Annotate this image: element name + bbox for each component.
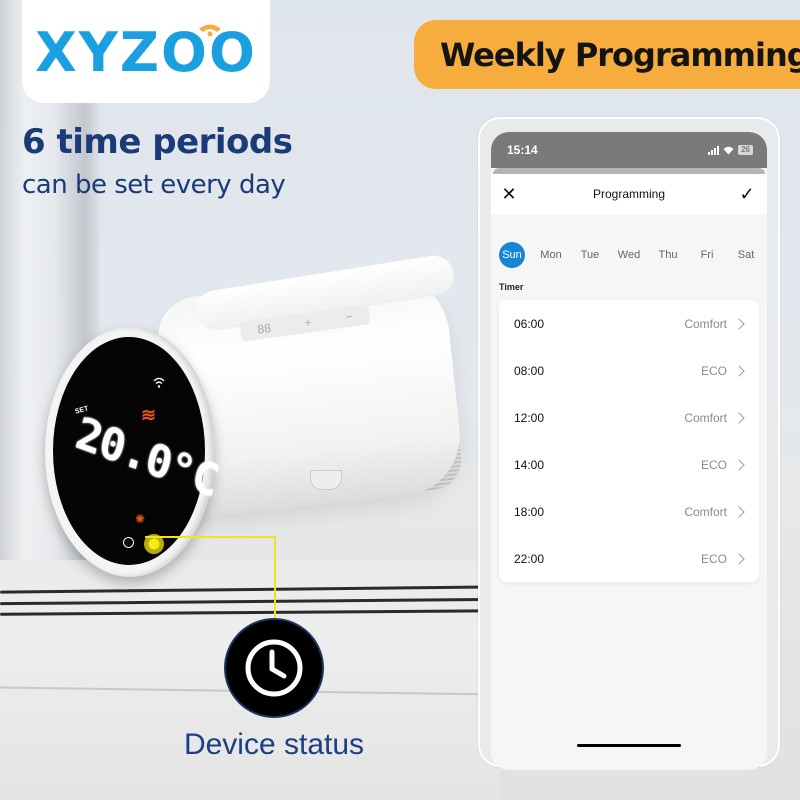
confirm-button[interactable]: ✓ xyxy=(735,184,759,205)
day-selector: Sun Mon Tue Wed Thu Fri Sat xyxy=(491,242,767,268)
chevron-right-icon xyxy=(733,458,745,471)
phone-screen: 15:14 26 ✕ Programming ✓ Sun Mon Tue Wed… xyxy=(491,132,767,770)
timer-row[interactable]: 12:00 Comfort xyxy=(499,394,759,441)
close-button[interactable]: ✕ xyxy=(497,184,521,205)
status-time: 15:14 xyxy=(507,143,538,157)
timer-mode: Comfort xyxy=(684,316,727,331)
status-label: Device status xyxy=(183,728,365,761)
chevron-right-icon xyxy=(733,505,745,518)
headline-title: 6 time periods xyxy=(22,122,293,162)
timer-section-label: Timer xyxy=(499,282,524,292)
chevron-right-icon xyxy=(733,552,745,565)
callout-line xyxy=(145,536,275,538)
wifi-icon xyxy=(723,146,734,154)
banner-title: Weekly Programming xyxy=(440,35,800,74)
device-latch xyxy=(310,470,342,490)
wifi-icon xyxy=(153,377,165,392)
timer-row[interactable]: 06:00 Comfort xyxy=(499,300,759,347)
feature-banner: Weekly Programming xyxy=(414,20,800,89)
headline-subtitle: can be set every day xyxy=(22,170,286,200)
timer-row[interactable]: 22:00 ECO xyxy=(499,535,759,582)
sun-icon: ✺ xyxy=(135,512,146,526)
timer-time: 12:00 xyxy=(514,410,545,425)
chevron-right-icon xyxy=(733,411,745,424)
timer-list: 06:00 Comfort 08:00 ECO 12:00 Comfort 14… xyxy=(499,300,759,582)
chevron-right-icon xyxy=(733,317,745,330)
timer-row[interactable]: 08:00 ECO xyxy=(499,347,759,394)
timer-mode: Comfort xyxy=(684,410,727,425)
day-tab-mon[interactable]: Mon xyxy=(538,242,564,268)
day-tab-thu[interactable]: Thu xyxy=(655,242,681,268)
logo-text: XYZOO xyxy=(35,21,257,84)
day-tab-fri[interactable]: Fri xyxy=(694,242,720,268)
timer-mode: ECO xyxy=(700,457,727,472)
timer-time: 06:00 xyxy=(514,316,545,331)
day-tab-sun[interactable]: Sun xyxy=(499,242,525,268)
timer-mode: Comfort xyxy=(684,504,727,519)
device-button-minus: − xyxy=(344,309,354,325)
timer-row[interactable]: 18:00 Comfort xyxy=(499,488,759,535)
timer-time: 18:00 xyxy=(514,504,545,519)
callout-line xyxy=(274,536,276,620)
heating-icon: ≋ xyxy=(141,405,157,425)
timer-time: 14:00 xyxy=(514,457,545,472)
nav-bar: ✕ Programming ✓ xyxy=(491,174,767,214)
home-indicator[interactable] xyxy=(577,744,681,747)
day-tab-tue[interactable]: Tue xyxy=(577,242,603,268)
page-title: Programming xyxy=(592,187,666,201)
status-bar: 15:14 26 xyxy=(491,132,767,168)
timer-time: 08:00 xyxy=(514,363,545,378)
timer-mode: ECO xyxy=(700,551,727,566)
clock-icon xyxy=(123,537,134,548)
clock-icon xyxy=(245,639,303,697)
device-button-plus: + xyxy=(303,315,313,330)
timer-time: 22:00 xyxy=(514,551,545,566)
timer-mode: ECO xyxy=(700,363,727,378)
device-screen: SET ≋ 20.0°C ✺ xyxy=(53,337,222,565)
wifi-icon xyxy=(199,24,222,37)
status-badge xyxy=(224,618,324,718)
battery-icon: 26 xyxy=(738,145,753,155)
timer-row[interactable]: 14:00 ECO xyxy=(499,441,759,488)
status-icons: 26 xyxy=(708,145,753,155)
day-tab-wed[interactable]: Wed xyxy=(616,242,642,268)
chevron-right-icon xyxy=(733,364,745,377)
device-button-mode: 88 xyxy=(256,320,272,337)
day-tab-sat[interactable]: Sat xyxy=(733,242,759,268)
signal-icon xyxy=(708,145,720,155)
brand-logo: XYZOO xyxy=(35,21,257,84)
logo-card: XYZOO xyxy=(22,0,270,103)
device-face: SET ≋ 20.0°C ✺ xyxy=(45,327,222,577)
